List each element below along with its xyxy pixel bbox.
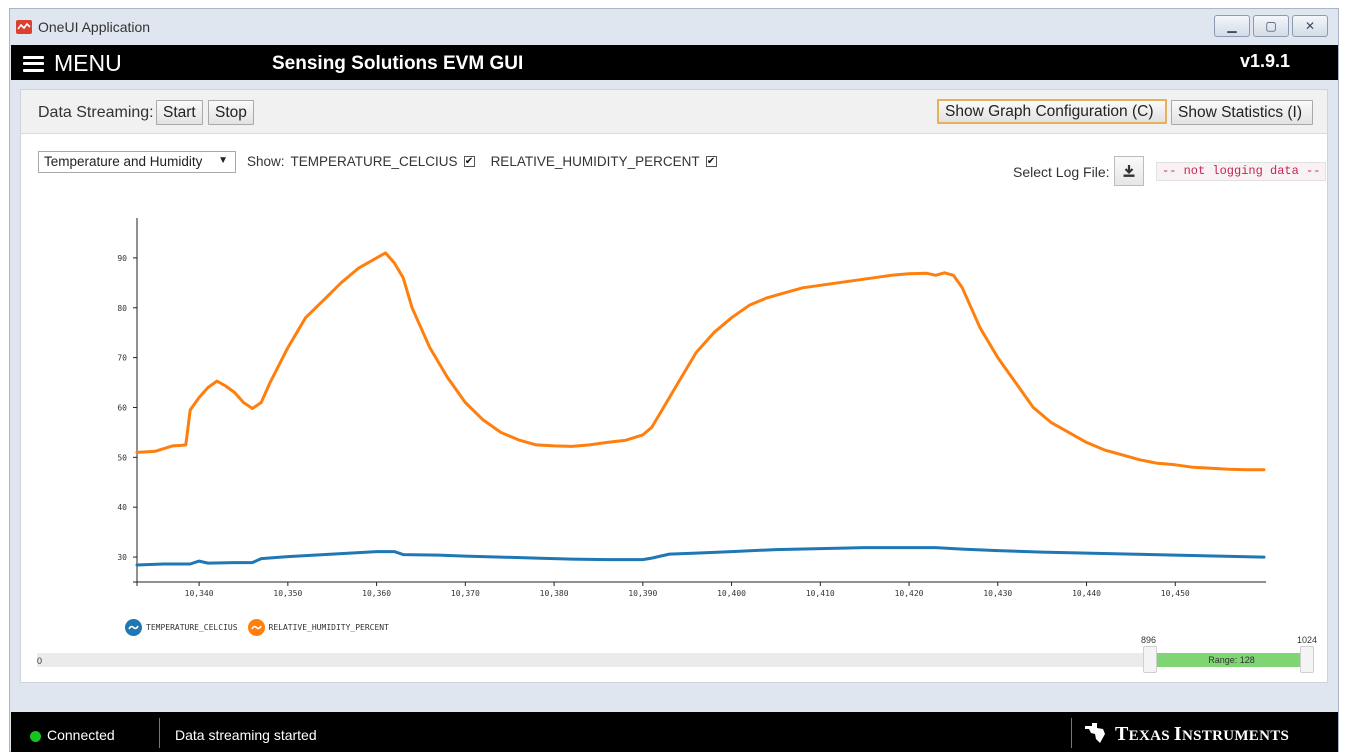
- sensor-line-chart: 30 40 50 60 70 80 90 10,340 10,350 10,360 10,370 10…: [117, 218, 1266, 598]
- temperature-checkbox[interactable]: ✔: [463, 156, 475, 167]
- x-tick-label: 10,440: [1072, 589, 1101, 598]
- select-log-file-button[interactable]: [1114, 156, 1144, 186]
- restore-icon: ▢: [1265, 19, 1277, 33]
- stop-button[interactable]: Stop: [208, 100, 254, 125]
- version-label: v1.9.1: [1239, 51, 1290, 71]
- legend-item-humidity[interactable]: RELATIVE_HUMIDITY_PERCENT: [247, 619, 389, 636]
- line-series-icon: [125, 619, 142, 636]
- select-log-file-label: Select Log File:: [1013, 164, 1110, 180]
- connection-status-icon: [30, 731, 41, 742]
- status-bar: Connected Data streaming started TEXAS I…: [11, 712, 1338, 752]
- hamburger-icon: [23, 55, 44, 72]
- show-statistics-button[interactable]: Show Statistics (I): [1171, 100, 1313, 125]
- x-tick-label: 10,370: [451, 589, 480, 598]
- status-divider: [159, 718, 160, 748]
- restore-button[interactable]: ▢: [1253, 15, 1289, 37]
- legend-label-humidity: RELATIVE_HUMIDITY_PERCENT: [268, 623, 389, 632]
- start-button[interactable]: Start: [156, 100, 203, 125]
- dropdown-caret-icon: ▼: [218, 155, 228, 166]
- y-tick-label: 30: [117, 553, 127, 562]
- range-low-handle[interactable]: [1143, 646, 1157, 673]
- y-tick-label: 70: [117, 354, 127, 363]
- data-streaming-label: Data Streaming:: [38, 104, 154, 121]
- brand-divider: [1071, 718, 1072, 748]
- x-tick-label: 10,350: [273, 589, 302, 598]
- x-tick-label: 10,450: [1161, 589, 1190, 598]
- y-tick-label: 80: [117, 304, 127, 313]
- x-tick-label: 10,400: [717, 589, 746, 598]
- range-selection[interactable]: Range: 128: [1157, 653, 1306, 667]
- x-tick-label: 10,340: [185, 589, 214, 598]
- log-status: -- not logging data --: [1156, 162, 1327, 181]
- menu-label: MENU: [54, 50, 122, 76]
- legend-item-temperature[interactable]: TEMPERATURE_CELCIUS: [125, 619, 238, 636]
- series-toggles: Show: TEMPERATURE_CELCIUS ✔ RELATIVE_HUM…: [247, 154, 727, 169]
- dataset-select[interactable]: Temperature and Humidity ▼: [38, 151, 236, 173]
- range-high-label: 1024: [1297, 635, 1318, 645]
- dataset-select-value: Temperature and Humidity: [44, 154, 203, 169]
- x-tick-label: 10,380: [540, 589, 569, 598]
- humidity-checkbox[interactable]: ✔: [705, 156, 717, 167]
- main-panel: Data Streaming: Start Stop Show Graph Co…: [20, 89, 1328, 683]
- window-title: OneUI Application: [38, 19, 151, 35]
- y-tick-label: 60: [117, 403, 127, 412]
- line-series-icon: [247, 619, 265, 636]
- app-header: MENU Sensing Solutions EVM GUI v1.9.1: [11, 45, 1338, 80]
- range-high-handle[interactable]: [1300, 646, 1314, 673]
- show-label: Show:: [247, 154, 285, 169]
- x-tick-label: 10,360: [362, 589, 391, 598]
- close-button[interactable]: ✕: [1292, 15, 1328, 37]
- y-tick-label: 90: [117, 254, 127, 263]
- range-slider-track[interactable]: [37, 653, 1312, 667]
- texas-instruments-brand: TEXAS INSTRUMENTS: [1115, 723, 1290, 745]
- connection-status: Connected: [47, 727, 115, 743]
- show-graph-configuration-button[interactable]: Show Graph Configuration (C): [937, 99, 1167, 124]
- title-bar[interactable]: OneUI Application ▁ ▢ ✕: [10, 9, 1338, 45]
- status-message: Data streaming started: [175, 727, 317, 743]
- y-tick-label: 40: [117, 503, 127, 512]
- x-tick-label: 10,430: [983, 589, 1012, 598]
- x-tick-label: 10,410: [806, 589, 835, 598]
- series-line-temperature: [135, 546, 1266, 567]
- range-low-label: 896: [1141, 635, 1157, 645]
- minimize-button[interactable]: ▁: [1214, 15, 1250, 37]
- x-tick-label: 10,420: [895, 589, 924, 598]
- checkbox-label-temperature: TEMPERATURE_CELCIUS: [290, 154, 458, 169]
- menu-button[interactable]: MENU: [23, 50, 122, 77]
- legend-label-temperature: TEMPERATURE_CELCIUS: [146, 623, 238, 632]
- minimize-icon: ▁: [1227, 19, 1237, 33]
- range-min-label: 0: [37, 656, 43, 666]
- texas-instruments-logo-icon: [1085, 723, 1105, 743]
- x-tick-label: 10,390: [628, 589, 657, 598]
- download-icon: [1123, 165, 1135, 177]
- series-line-humidity: [135, 251, 1266, 472]
- y-tick-label: 50: [117, 453, 127, 462]
- app-title: Sensing Solutions EVM GUI: [272, 53, 524, 74]
- chart-legend: TEMPERATURE_CELCIUS RELATIVE_HUMIDITY_PE…: [125, 619, 395, 636]
- app-window: OneUI Application ▁ ▢ ✕ MENU Sensing Sol…: [9, 8, 1339, 752]
- streaming-toolbar: Data Streaming: Start Stop Show Graph Co…: [21, 90, 1327, 134]
- close-icon: ✕: [1304, 19, 1316, 33]
- app-logo-icon: [16, 20, 32, 34]
- checkbox-label-humidity: RELATIVE_HUMIDITY_PERCENT: [490, 154, 700, 169]
